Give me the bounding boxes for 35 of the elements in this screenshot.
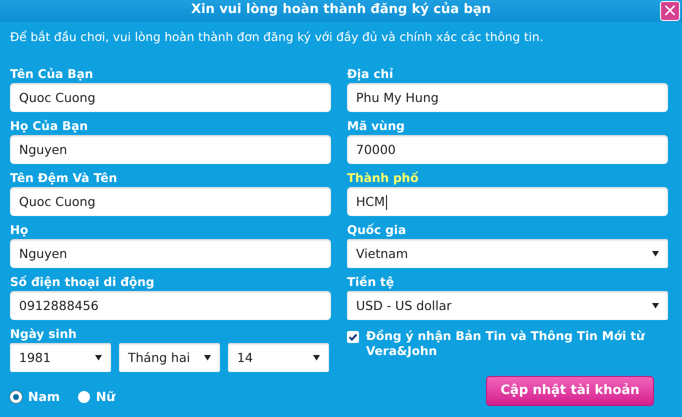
select-field[interactable]: 1981 [10, 343, 111, 372]
caret-icon [652, 302, 659, 309]
select-field[interactable]: USD - US dollar [347, 291, 668, 320]
input-field[interactable]: HCM [347, 187, 668, 216]
close-button[interactable]: × [660, 1, 680, 21]
input-field[interactable]: Nguyen [10, 135, 331, 164]
input-field[interactable]: Quoc Cuong [10, 187, 331, 216]
intro-text: Để bắt đầu chơi, vui lòng hoàn thành đơn đăng ký với đầy đủ và chính xác các thông tin. [9, 29, 544, 46]
select-field[interactable]: Tháng hai [119, 343, 220, 372]
field-label: Địa chỉ [347, 66, 394, 83]
field-label: Họ Của Bạn [10, 118, 89, 135]
input-field[interactable]: Nguyen [10, 239, 331, 268]
caret-icon [95, 354, 102, 361]
field-label: Quốc gia [347, 222, 408, 239]
input-field[interactable]: Quoc Cuong [10, 83, 331, 112]
select-field[interactable]: 14 [228, 343, 329, 372]
caret-icon [204, 354, 211, 361]
caret-icon [652, 250, 659, 257]
field-label: Tên Đệm Và Tên [10, 170, 118, 187]
checkbox[interactable] [347, 331, 359, 343]
field-label: Ngày sinh [10, 326, 78, 343]
field-label: Thành phố [347, 170, 420, 187]
field-label: Mã vùng [347, 118, 406, 135]
field-label: Số điện thoại di động [10, 274, 156, 291]
field-label: Họ [10, 222, 30, 239]
checkbox-label: Đồng ý nhận Bản Tin và Thông Tin Mới từ Vera&John [366, 329, 646, 359]
caret-icon [313, 354, 320, 361]
window-title: Xin vui lòng hoàn thành đăng ký của bạn [191, 2, 491, 17]
update-account-button[interactable]: Cập nhật tài khoản [486, 376, 654, 406]
field-label: Tiền tệ [347, 274, 396, 291]
input-field[interactable]: Phu My Hung [347, 83, 668, 112]
input-field[interactable]: 70000 [347, 135, 668, 164]
select-field[interactable]: Vietnam [347, 239, 668, 268]
input-field[interactable]: 0912888456 [10, 291, 331, 320]
field-label: Tên Của Bạn [10, 66, 94, 83]
